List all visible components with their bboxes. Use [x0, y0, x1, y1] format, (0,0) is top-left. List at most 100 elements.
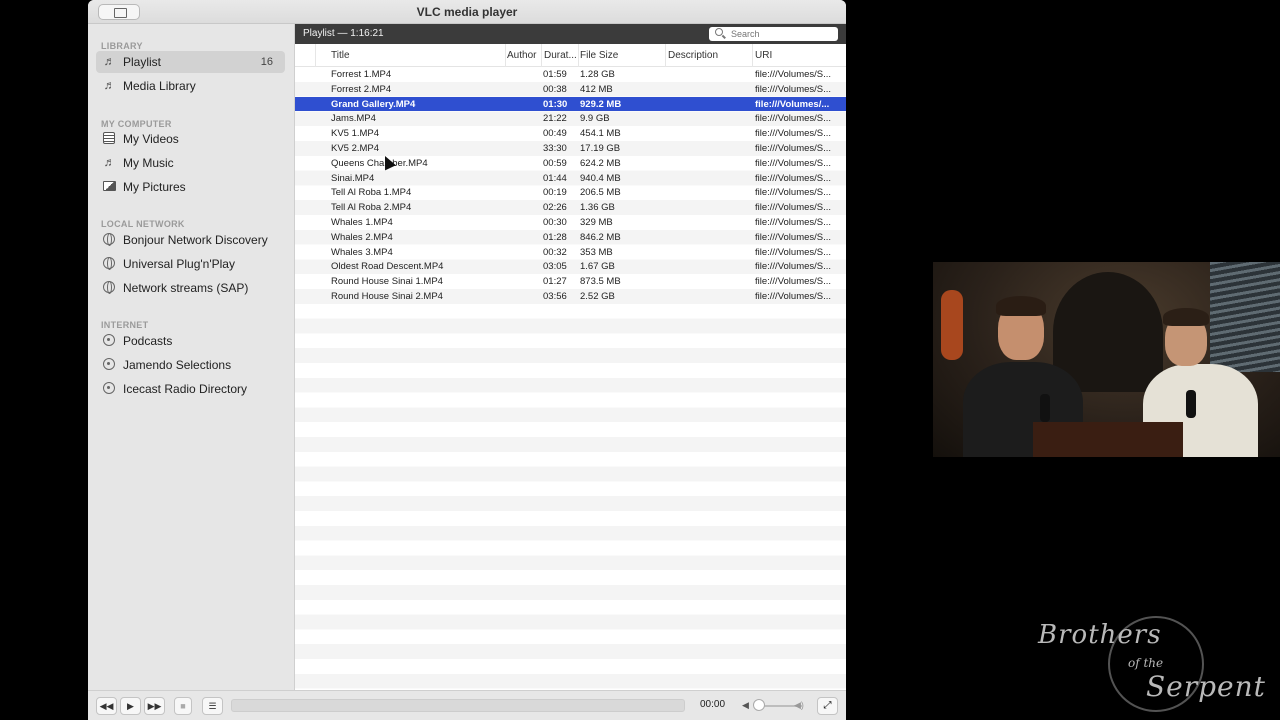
cell-file-size: 17.19 GB [580, 143, 621, 154]
table-row[interactable]: Round House Sinai 2.MP4 03:56 2.52 GB file:… [295, 289, 846, 304]
table-row[interactable]: Round House Sinai 1.MP4 01:27 873.5 MB file… [295, 274, 846, 289]
cell-duration: 01:28 [543, 231, 567, 243]
cell-title: Sinai.MP4 [331, 172, 375, 184]
table-row[interactable]: Whales 2.MP4 01:28 846.2 MB file:///Volumes… [295, 230, 846, 245]
cell-title: KV5 1.MP4 [331, 128, 380, 140]
table-row[interactable]: Forrest 1.MP4 01:59 1.28 GB file:///Volumes… [295, 67, 846, 82]
sidebar-item-icecast-radio-directory[interactable]: Icecast Radio Directory [96, 378, 285, 400]
fast-forward-button[interactable]: ▶▶ [144, 697, 165, 715]
seek-bar[interactable] [231, 699, 685, 712]
sidebar-item-playlist[interactable]: ♬ Playlist 16 [96, 51, 285, 73]
table-row[interactable]: Grand Gallery.MP4 01:30 929.2 MB file:///Vo… [295, 96, 846, 112]
sidebar-section-heading: LIBRARY [101, 41, 143, 51]
sidebar-item-label: My Pictures [123, 180, 186, 194]
microphone [1186, 390, 1196, 418]
webcam-overlay [933, 262, 1280, 457]
sidebar-item-my-music[interactable]: ♬ My Music [96, 152, 285, 174]
cell-title: Whales 3.MP4 [331, 246, 393, 258]
sidebar-item-bonjour-network-discovery[interactable]: Bonjour Network Discovery [96, 229, 285, 251]
table-row[interactable]: Jams.MP4 21:22 9.9 GB file:///Volumes/S... [295, 111, 846, 126]
film-icon [103, 132, 116, 145]
cell-uri: file:///Volumes/S... [755, 172, 832, 184]
cell-uri: file:///Volumes/S... [755, 246, 832, 258]
cell-duration: 21:22 [543, 113, 567, 125]
playlist-toggle-button[interactable]: ☰ [202, 697, 223, 715]
column-file-size[interactable]: File Size [580, 50, 618, 61]
cell-duration: 00:30 [543, 217, 567, 228]
globe-icon [103, 281, 116, 294]
cell-file-size: 1.36 GB [580, 202, 615, 214]
cell-title: Forrest 2.MP4 [331, 83, 392, 95]
sidebar-item-podcasts[interactable]: Podcasts [96, 330, 285, 352]
cell-uri: file:///Volumes/... [755, 98, 830, 110]
sidebar-item-label: Playlist [123, 55, 162, 69]
title-bar: VLC media player [88, 0, 846, 24]
table-row[interactable]: Tell Al Roba 2.MP4 02:26 1.36 GB file:///Vo… [295, 200, 846, 215]
sidebar-section-heading: LOCAL NETWORK [101, 219, 185, 229]
sidebar-item-label: Jamendo Selections [123, 358, 232, 372]
cell-file-size: 624.2 MB [580, 157, 621, 169]
cell-title: KV5 2.MP4 [331, 143, 380, 154]
volume-low-icon: ◀ [742, 700, 749, 710]
sidebar-item-label: Media Library [123, 79, 196, 93]
cell-duration: 00:49 [543, 128, 567, 140]
table-row[interactable]: Whales 3.MP4 00:32 353 MB file:///Volumes/S… [295, 245, 846, 260]
vlc-window: VLC media player LIBRARY ♬ Playlist 16 ♬ Medi… [88, 0, 846, 720]
rewind-button[interactable]: ◀◀ [96, 697, 117, 715]
cell-title: Queens Chamber.MP4 [331, 157, 428, 169]
cell-uri: file:///Volumes/S... [755, 69, 832, 80]
sidebar-item-universal-plug-n-play[interactable]: Universal Plug'n'Play [96, 253, 285, 275]
cell-duration: 01:27 [543, 276, 567, 288]
column-author[interactable]: Author [507, 50, 536, 61]
sidebar-item-jamendo-selections[interactable]: Jamendo Selections [96, 354, 285, 376]
cell-duration: 00:19 [543, 187, 567, 199]
sidebar-section-heading: INTERNET [101, 320, 149, 330]
search-field[interactable] [709, 27, 838, 41]
stop-button[interactable]: ■ [174, 697, 192, 715]
table-row[interactable]: Forrest 2.MP4 00:38 412 MB file:///Volumes/… [295, 82, 846, 97]
cell-uri: file:///Volumes/S... [755, 276, 832, 288]
cell-title: Grand Gallery.MP4 [331, 98, 416, 110]
guitar [941, 290, 963, 360]
cell-uri: file:///Volumes/S... [755, 113, 832, 125]
search-input[interactable] [731, 28, 831, 40]
cell-uri: file:///Volumes/S... [755, 83, 832, 95]
cell-uri: file:///Volumes/S... [755, 291, 832, 302]
table-row[interactable]: KV5 1.MP4 00:49 454.1 MB file:///Volumes/S.… [295, 126, 846, 141]
globe-icon [103, 233, 116, 246]
cell-duration: 00:38 [543, 83, 567, 95]
cell-file-size: 9.9 GB [580, 113, 610, 125]
window-title: VLC media player [416, 5, 518, 19]
column-uri[interactable]: URI [755, 50, 772, 61]
playlist-table: Forrest 1.MP4 01:59 1.28 GB file:///Volumes… [295, 67, 846, 690]
column-duration[interactable]: Durat... [544, 50, 577, 61]
cell-file-size: 846.2 MB [580, 231, 621, 243]
cell-title: Tell Al Roba 2.MP4 [331, 202, 412, 214]
screen: VLC media player LIBRARY ♬ Playlist 16 ♬ Medi… [0, 0, 1280, 720]
cell-duration: 00:32 [543, 246, 567, 258]
table-row[interactable]: Oldest Road Descent.MP4 03:05 1.67 GB file:… [295, 259, 846, 274]
sidebar-item-network-streams-sap[interactable]: Network streams (SAP) [96, 277, 285, 299]
music-note-icon: ♬ [103, 78, 116, 92]
column-description[interactable]: Description [668, 50, 718, 61]
globe-icon [103, 257, 116, 270]
volume-knob[interactable] [753, 699, 765, 711]
table-row[interactable]: Queens Chamber.MP4 00:59 624.2 MB file:///V… [295, 156, 846, 171]
cell-title: Round House Sinai 1.MP4 [331, 276, 443, 288]
table-row[interactable]: Whales 1.MP4 00:30 329 MB file:///Volumes/S… [295, 215, 846, 230]
logo-text-line3: Serpent [1146, 670, 1266, 703]
play-button[interactable]: ▶ [120, 697, 141, 715]
cell-title: Whales 1.MP4 [331, 217, 393, 228]
column-title[interactable]: Title [331, 50, 350, 61]
table-row[interactable]: KV5 2.MP4 33:30 17.19 GB file:///Volumes/S.… [295, 141, 846, 156]
table-row[interactable]: Tell Al Roba 1.MP4 00:19 206.5 MB file:///V… [295, 185, 846, 200]
sidebar-item-my-pictures[interactable]: My Pictures [96, 176, 285, 198]
fullscreen-button[interactable]: ⤢ [817, 697, 838, 715]
sidebar-item-label: Bonjour Network Discovery [123, 233, 268, 247]
table-row[interactable]: Sinai.MP4 01:44 940.4 MB file:///Volumes/S.… [295, 171, 846, 186]
sidebar-item-media-library[interactable]: ♬ Media Library [96, 75, 285, 97]
cell-duration: 03:56 [543, 291, 567, 302]
microphone [1040, 394, 1050, 422]
cell-file-size: 1.28 GB [580, 69, 615, 80]
sidebar-item-my-videos[interactable]: My Videos [96, 128, 285, 150]
